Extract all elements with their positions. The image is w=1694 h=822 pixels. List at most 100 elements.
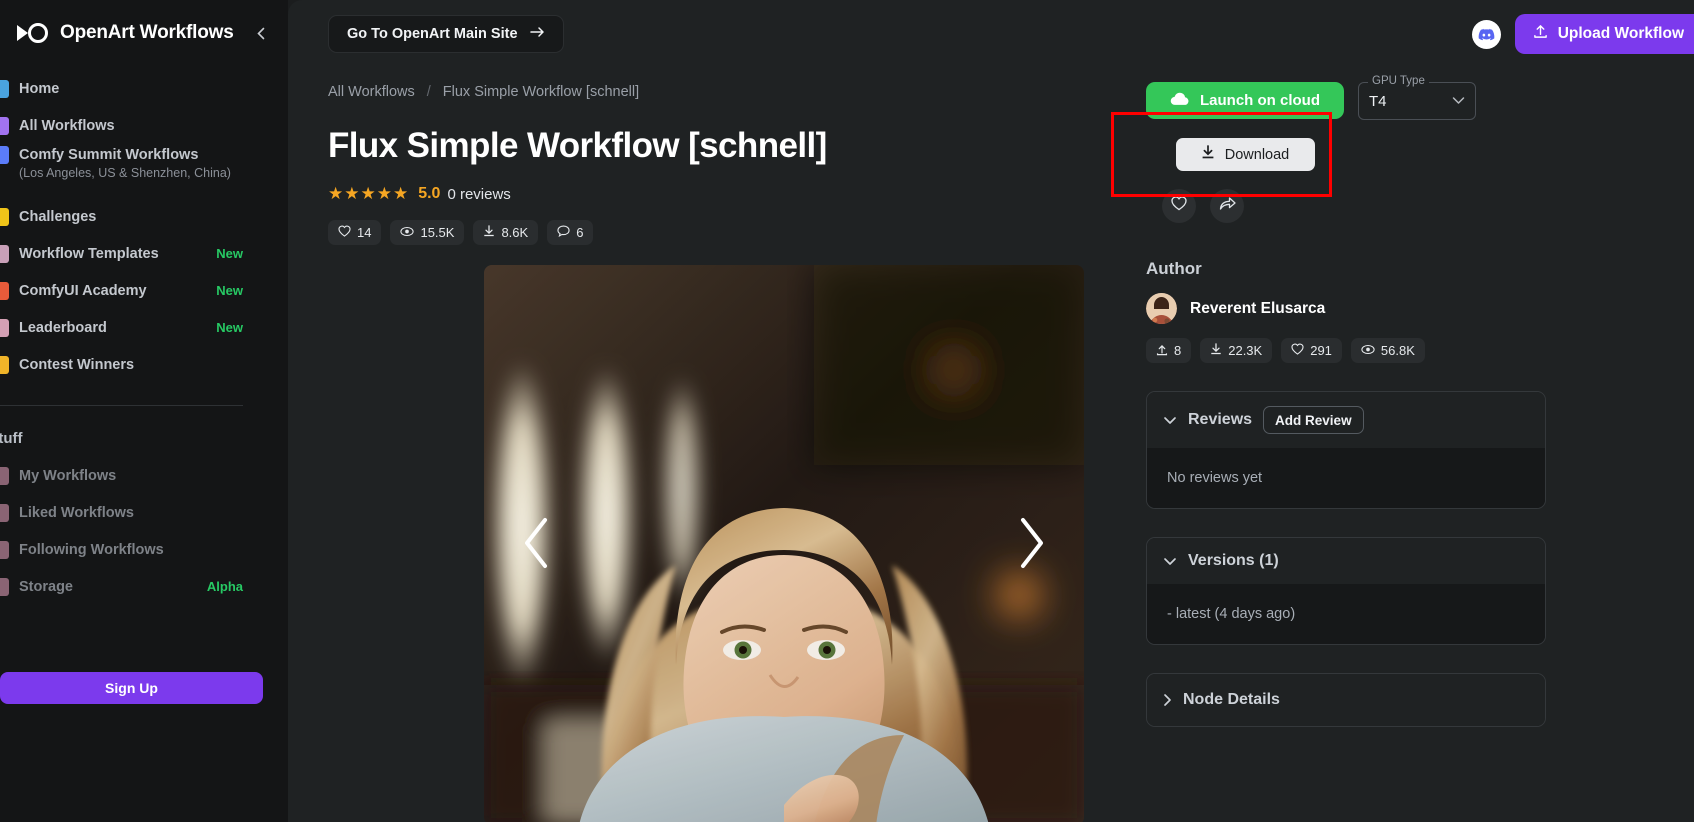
sidebar-item-my-workflows[interactable]: My Workflows [0,457,288,494]
chevron-down-icon[interactable] [1163,416,1177,425]
download-label: Download [1224,146,1290,163]
chevron-right-icon[interactable] [1163,693,1172,707]
stat-value: 14 [357,225,372,240]
gpu-type-select[interactable]: GPU Type T4 [1358,75,1476,120]
sign-up-button[interactable]: Sign Up [0,672,263,704]
sidebar-item-contest-winners[interactable]: Contest Winners [0,346,288,383]
page-title: Flux Simple Workflow [schnell] [328,126,827,165]
stat-value: 291 [1310,343,1332,358]
sidebar-collapse-icon[interactable] [252,23,272,43]
sidebar: OpenArt Workflows Home All Workflows Com… [0,0,288,822]
sidebar-item-workflow-templates[interactable]: Workflow Templates New [0,235,288,272]
chevron-right-icon [1015,516,1049,575]
share-button[interactable] [1210,189,1244,223]
author-row[interactable]: Reverent Elusarca [1146,293,1576,324]
stat-views[interactable]: 15.5K [390,220,465,245]
sidebar-nav-main: Home All Workflows Comfy Summit Workflow… [0,70,288,383]
star-rating-icon: ★★★★★ [328,184,410,203]
gpu-type-value: T4 [1369,92,1387,110]
upload-icon [1156,343,1168,359]
author-stat-uploads: 8 [1146,338,1192,363]
sidebar-item-label: Storage [19,578,73,595]
sidebar-item-comfy-summit[interactable]: Comfy Summit Workflows (Los Angeles, US … [0,144,288,188]
sidebar-item-sublabel: (Los Angeles, US & Shenzhen, China) [19,166,231,180]
sidebar-item-liked-workflows[interactable]: Liked Workflows [0,494,288,531]
sidebar-item-label: Home [19,80,60,97]
versions-card-header[interactable]: Versions (1) [1147,538,1545,584]
download-icon [1201,145,1215,164]
sidebar-item-home[interactable]: Home [0,70,288,107]
launch-on-cloud-button[interactable]: Launch on cloud [1146,82,1344,119]
stat-downloads[interactable]: 8.6K [473,220,539,245]
sidebar-item-storage[interactable]: Storage Alpha [0,568,288,605]
like-button[interactable] [1162,189,1196,223]
heart-icon [0,503,9,522]
stat-value: 15.5K [420,225,455,240]
content-columns: All Workflows / Flux Simple Workflow [sc… [288,68,1694,822]
author-heading: Author [1146,259,1202,278]
database-icon [0,577,9,596]
trophy-icon [0,207,9,226]
sidebar-item-label: Leaderboard [19,319,107,336]
discord-icon[interactable] [1471,19,1501,49]
grid-icon [0,116,9,135]
workflow-preview-image [484,265,1084,822]
users-icon [0,540,9,559]
author-stat-likes: 291 [1281,338,1342,363]
sidebar-item-label: Challenges [19,208,97,225]
download-icon [483,225,495,240]
chevron-down-icon [1452,92,1465,110]
author-name: Reverent Elusarca [1190,299,1326,317]
sidebar-item-challenges[interactable]: Challenges [0,198,288,235]
reviews-card-header[interactable]: Reviews Add Review [1147,392,1545,448]
download-area: Download [1111,112,1344,197]
sidebar-item-comfyui-academy[interactable]: ComfyUI Academy New [0,272,288,309]
upload-label: Upload Workflow [1557,25,1684,42]
stat-comments[interactable]: 6 [547,220,594,245]
sidebar-item-badge: Alpha [206,579,243,594]
sidebar-item-leaderboard[interactable]: Leaderboard New [0,309,288,346]
add-review-button[interactable]: Add Review [1263,406,1364,434]
download-button[interactable]: Download [1175,138,1315,171]
carousel-next-button[interactable] [1006,515,1058,575]
gpu-type-legend: GPU Type [1368,75,1429,87]
breadcrumb-root[interactable]: All Workflows [328,84,415,100]
stat-value: 8.6K [501,225,529,240]
sidebar-item-label: Following Workflows [19,541,164,558]
node-details-card-header[interactable]: Node Details [1147,674,1545,726]
right-panel: Launch on cloud GPU Type T4 Download Aut… [1111,68,1576,822]
chevron-down-icon[interactable] [1163,557,1177,566]
academy-icon [0,281,9,300]
home-icon [0,79,9,98]
go-to-main-site-button[interactable]: Go To OpenArt Main Site [328,15,564,53]
launch-label: Launch on cloud [1200,92,1320,109]
sidebar-section-label: stuff [0,430,23,447]
folder-icon [0,466,9,485]
app-root: OpenArt Workflows Home All Workflows Com… [0,0,1694,822]
sidebar-item-following-workflows[interactable]: Following Workflows [0,531,288,568]
share-icon [1219,196,1236,216]
heart-icon [1171,196,1187,216]
versions-entry[interactable]: - latest (4 days ago) [1147,584,1545,644]
versions-title: Versions (1) [1188,552,1279,569]
image-carousel[interactable] [484,265,1084,822]
eye-icon [400,225,415,240]
sidebar-nav-user: My Workflows Liked Workflows Following W… [0,457,288,605]
heart-icon [1291,343,1304,358]
medal-icon [0,355,9,374]
sidebar-item-all-workflows[interactable]: All Workflows [0,107,288,144]
rating-row: ★★★★★ 5.0 0 reviews [328,184,1118,204]
reviews-card: Reviews Add Review No reviews yet [1146,391,1546,509]
arrow-right-icon [529,26,545,42]
stat-likes[interactable]: 14 [328,220,382,245]
sidebar-item-label: Comfy Summit Workflows [19,147,199,163]
chevron-left-icon [519,516,553,575]
upload-icon [1533,24,1548,44]
eye-icon [1361,343,1375,358]
carousel-prev-button[interactable] [510,515,562,575]
primary-actions: Launch on cloud GPU Type T4 [1146,75,1576,120]
upload-workflow-button[interactable]: Upload Workflow [1514,14,1694,54]
sidebar-item-label: Liked Workflows [19,504,134,521]
node-details-card: Node Details [1146,673,1546,727]
template-icon [0,244,9,263]
